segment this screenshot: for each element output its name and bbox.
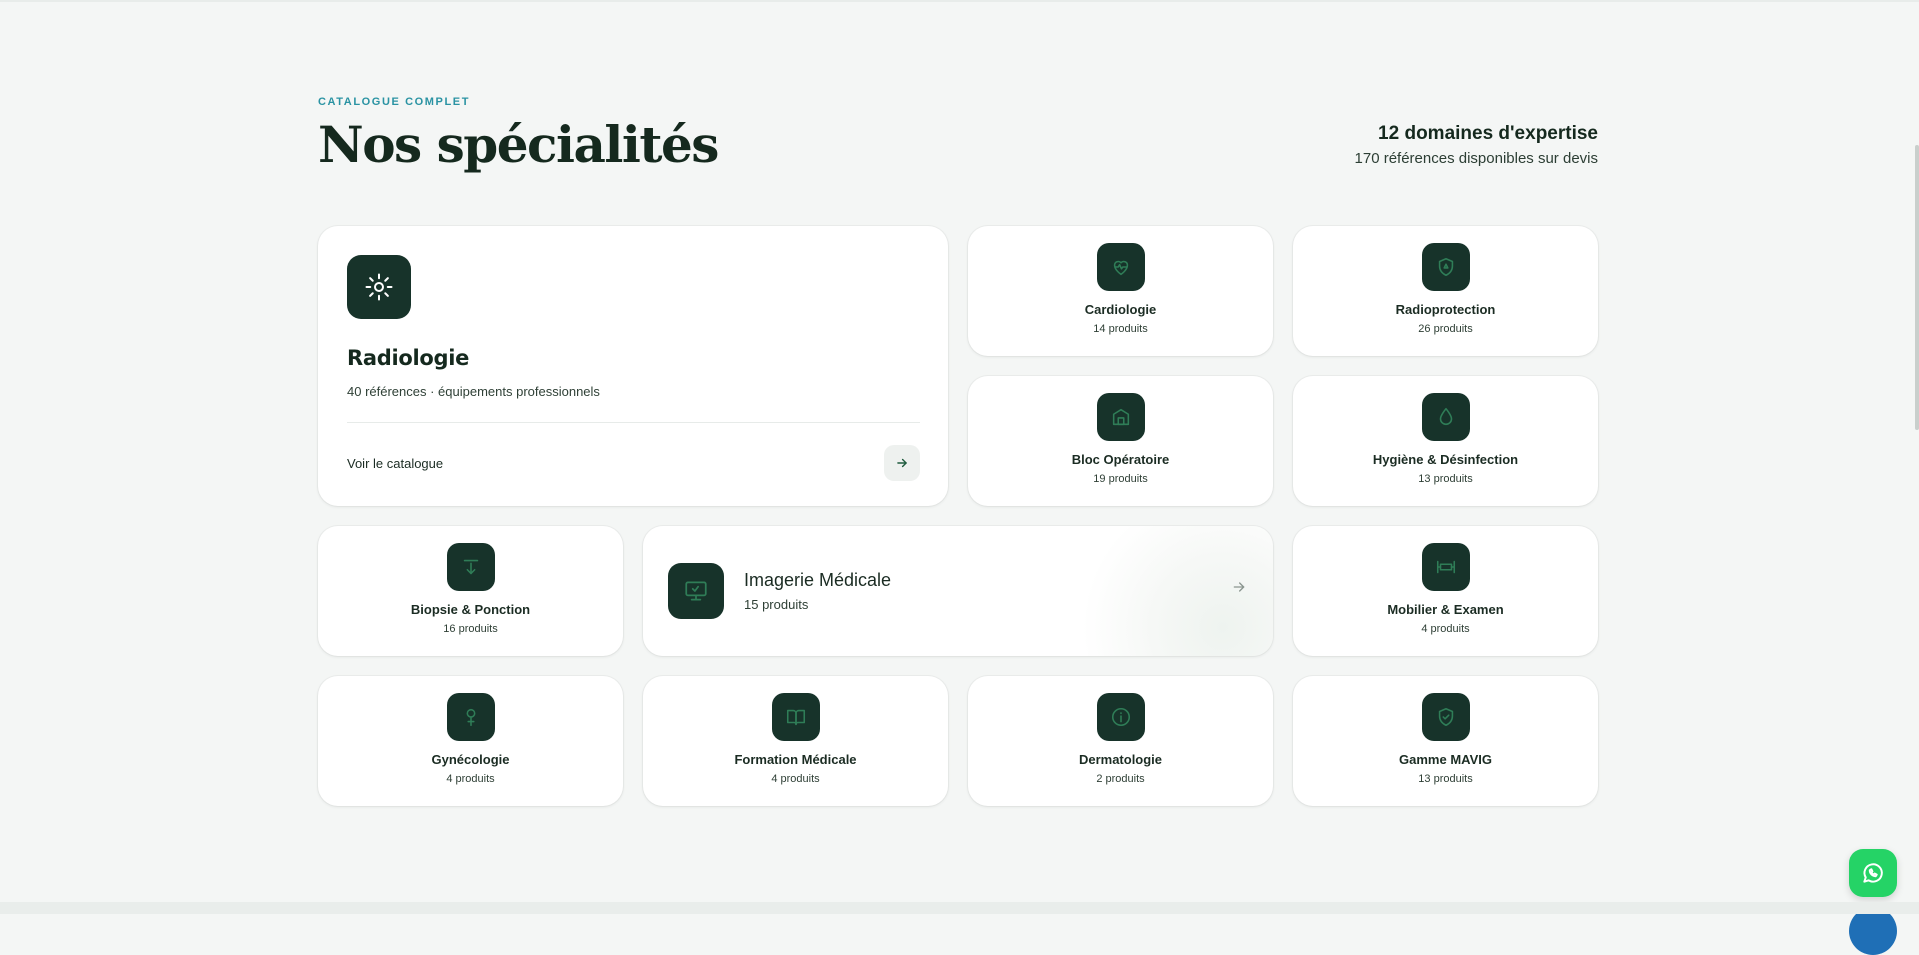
- specialty-card-gynecologie[interactable]: Gynécologie 4 produits: [318, 676, 623, 806]
- shield-check-icon: [1421, 693, 1470, 741]
- specialty-name: Gamme MAVIG: [1399, 752, 1492, 767]
- heart-pulse-icon: [1096, 243, 1145, 291]
- arrow-right-icon[interactable]: [884, 445, 920, 481]
- specialty-card-formation[interactable]: Formation Médicale 4 produits: [643, 676, 948, 806]
- specialty-name: Bloc Opératoire: [1071, 452, 1170, 467]
- book-open-icon: [771, 693, 820, 741]
- specialty-count: 4 produits: [771, 773, 820, 785]
- building-icon: [1096, 393, 1145, 441]
- specialty-count: 26 produits: [1418, 323, 1473, 335]
- specialty-name: Mobilier & Examen: [1387, 602, 1504, 617]
- bed-icon: [1421, 543, 1470, 591]
- specialty-card-gamme-mavig[interactable]: Gamme MAVIG 13 produits: [1293, 676, 1598, 806]
- specialty-count: 13 produits: [1418, 773, 1473, 785]
- specialty-name: Radioprotection: [1395, 302, 1496, 317]
- specialty-name: Hygiène & Désinfection: [1372, 452, 1519, 467]
- specialty-count: 19 produits: [1093, 473, 1148, 485]
- stats-references: 170 références disponibles sur devis: [1354, 150, 1598, 167]
- stats-domains: 12 domaines d'expertise: [1378, 123, 1598, 144]
- chat-button[interactable]: [1849, 907, 1897, 955]
- specialty-count: 4 produits: [1421, 623, 1470, 635]
- specialty-count: 16 produits: [443, 623, 498, 635]
- specialty-name: Dermatologie: [1078, 752, 1163, 767]
- sun-icon: [347, 255, 411, 319]
- specialty-card-biopsie[interactable]: Biopsie & Ponction 16 produits: [318, 526, 623, 656]
- stats-summary: 12 domaines d'expertise 170 références d…: [1355, 122, 1598, 167]
- view-catalog-link[interactable]: Voir le catalogue: [347, 456, 443, 471]
- arrow-down-icon: [446, 543, 495, 591]
- featured-card-radiologie[interactable]: Radiologie 40 références · équipements p…: [318, 226, 948, 506]
- specialty-count: 14 produits: [1093, 323, 1148, 335]
- top-divider: [0, 0, 1919, 2]
- radiation-shield-icon: [1421, 243, 1470, 291]
- droplet-icon: [1421, 393, 1470, 441]
- female-icon: [446, 693, 495, 741]
- specialty-count: 13 produits: [1418, 473, 1473, 485]
- specialty-card-radioprotection[interactable]: Radioprotection 26 produits: [1293, 226, 1598, 356]
- whatsapp-button[interactable]: [1849, 849, 1897, 897]
- featured-name: Radiologie: [347, 346, 470, 370]
- wide-card-count: 15 produits: [744, 597, 809, 612]
- featured-description: 40 références · équipements professionne…: [347, 384, 600, 399]
- specialty-count: 4 produits: [446, 773, 495, 785]
- specialty-name: Biopsie & Ponction: [410, 602, 531, 617]
- specialty-count: 2 produits: [1096, 773, 1145, 785]
- wide-card-name: Imagerie Médicale: [744, 570, 892, 590]
- scrollbar-thumb[interactable]: [1915, 145, 1919, 430]
- page-title: Nos spécialités: [318, 115, 719, 174]
- specialty-name: Gynécologie: [431, 752, 510, 767]
- specialty-name: Formation Médicale: [734, 752, 857, 767]
- monitor-icon: [668, 563, 724, 619]
- featured-footer: Voir le catalogue: [347, 445, 920, 481]
- specialty-name: Cardiologie: [1084, 302, 1157, 317]
- next-section-edge: [0, 902, 1919, 914]
- specialty-card-cardiologie[interactable]: Cardiologie 14 produits: [968, 226, 1273, 356]
- specialty-card-imagerie-medicale[interactable]: Imagerie Médicale 15 produits: [643, 526, 1273, 656]
- arrow-right-icon[interactable]: [1231, 579, 1247, 600]
- specialty-card-dermatologie[interactable]: Dermatologie 2 produits: [968, 676, 1273, 806]
- specialty-card-mobilier[interactable]: Mobilier & Examen 4 produits: [1293, 526, 1598, 656]
- section-eyebrow: CATALOGUE COMPLET: [318, 96, 471, 108]
- specialty-card-hygiene[interactable]: Hygiène & Désinfection 13 produits: [1293, 376, 1598, 506]
- whatsapp-icon: [1863, 863, 1883, 883]
- specialty-card-bloc-operatoire[interactable]: Bloc Opératoire 19 produits: [968, 376, 1273, 506]
- featured-divider: [347, 422, 920, 423]
- info-circle-icon: [1096, 693, 1145, 741]
